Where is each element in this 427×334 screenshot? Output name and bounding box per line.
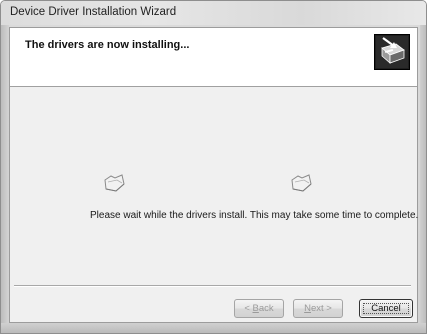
next-button[interactable]: Next > — [293, 299, 343, 318]
cancel-button-label: Cancel — [371, 303, 401, 314]
back-button[interactable]: < Back — [234, 299, 284, 318]
next-button-label: Next > — [304, 303, 332, 314]
wizard-window: Device Driver Installation Wizard The dr… — [0, 0, 427, 334]
wizard-client-area: The drivers are now installing... Please — [9, 27, 418, 323]
window-title: Device Driver Installation Wizard — [10, 6, 177, 18]
wizard-install-icon — [374, 34, 410, 70]
title-bar[interactable]: Device Driver Installation Wizard — [1, 1, 426, 25]
page-title: The drivers are now installing... — [25, 39, 190, 51]
wizard-header: The drivers are now installing... — [10, 28, 417, 87]
back-button-label: < Back — [244, 303, 274, 314]
window-frame-right — [420, 25, 426, 333]
folder-icon — [104, 174, 125, 192]
status-message: Please wait while the drivers install. T… — [90, 210, 419, 221]
folder-icon — [291, 174, 312, 192]
window-frame-bottom — [1, 323, 426, 333]
button-divider — [14, 285, 411, 287]
window-frame-left — [1, 25, 9, 333]
cancel-button[interactable]: Cancel — [359, 299, 413, 318]
